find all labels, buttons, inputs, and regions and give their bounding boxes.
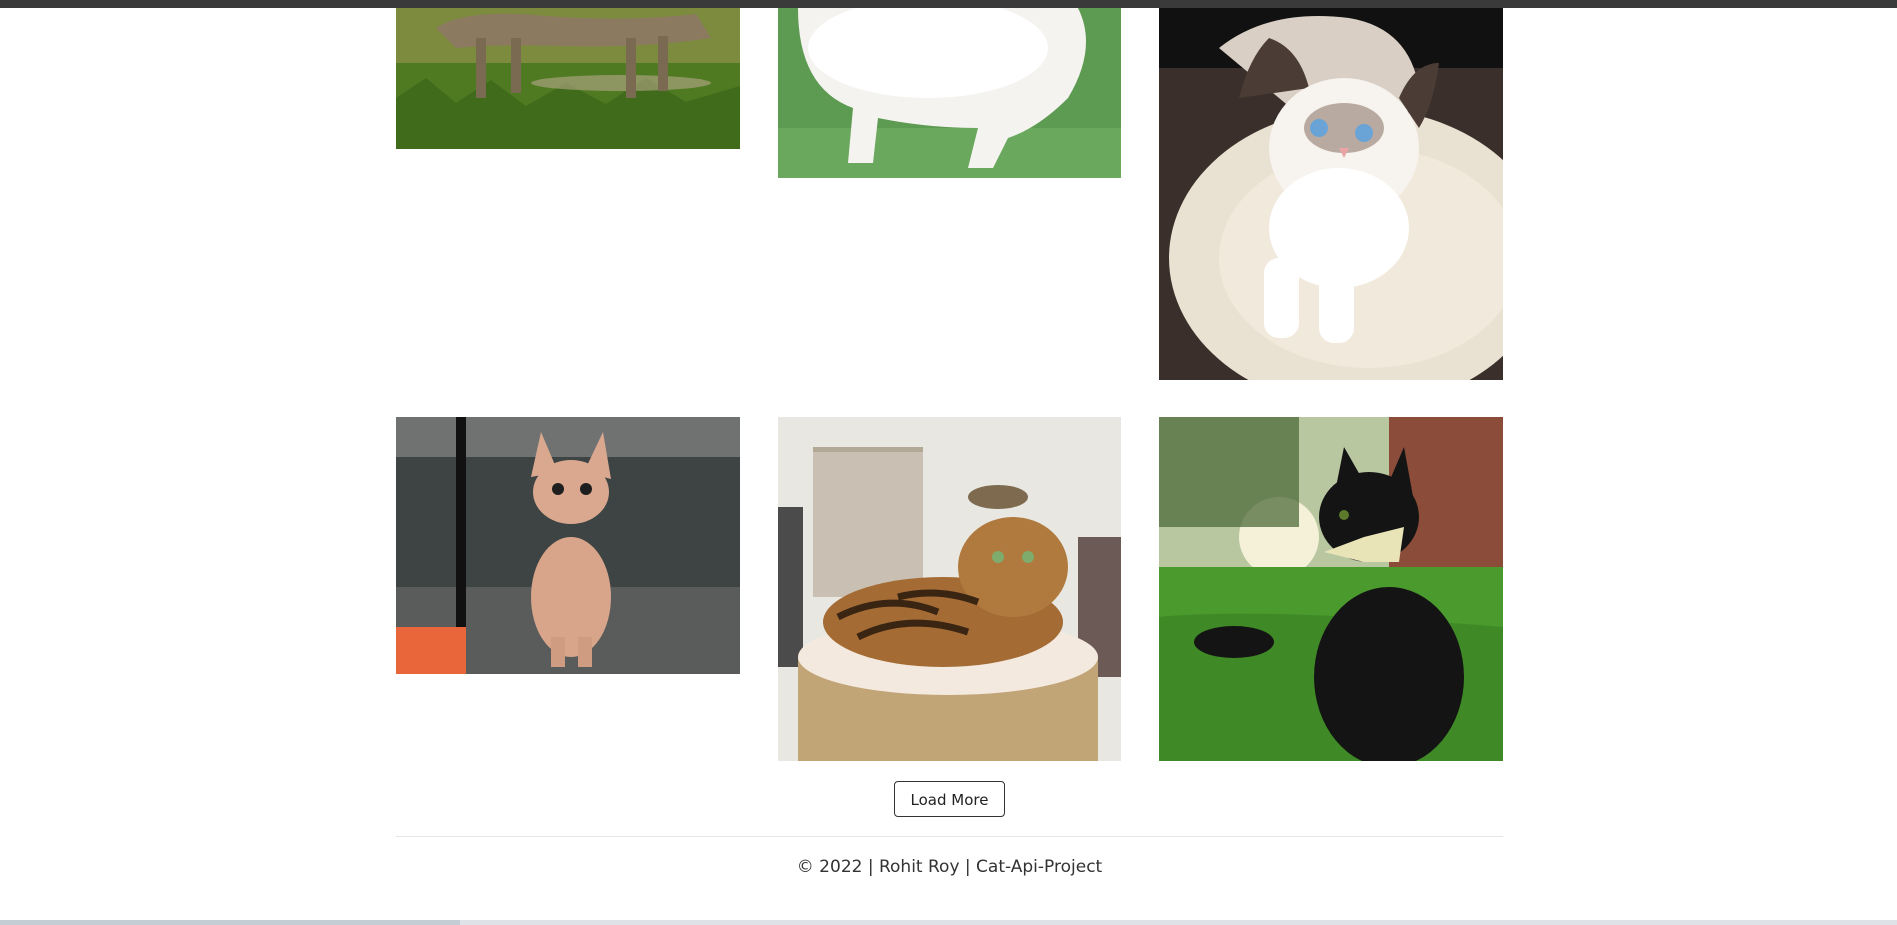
cat-image-walking-grass[interactable]	[396, 8, 740, 149]
cat-image-bengal[interactable]	[778, 417, 1121, 761]
footer-copyright: © 2022 | Rohit Roy | Cat-Api-Project	[796, 857, 1103, 877]
load-more-button[interactable]: Load More	[894, 781, 1005, 817]
cat-image-sphynx[interactable]	[396, 417, 740, 674]
cat-image-siamese-kitten[interactable]	[1159, 8, 1503, 380]
footer-divider	[396, 836, 1503, 837]
cat-image-white-green-backdrop[interactable]	[778, 8, 1121, 178]
scrollbar-thumb[interactable]	[0, 920, 460, 925]
horizontal-scrollbar[interactable]	[0, 920, 1897, 925]
cat-gallery: Load More © 2022 | Rohit Roy | Cat-Api-P…	[0, 0, 1897, 925]
cat-image-black-bowtie[interactable]	[1159, 417, 1503, 761]
